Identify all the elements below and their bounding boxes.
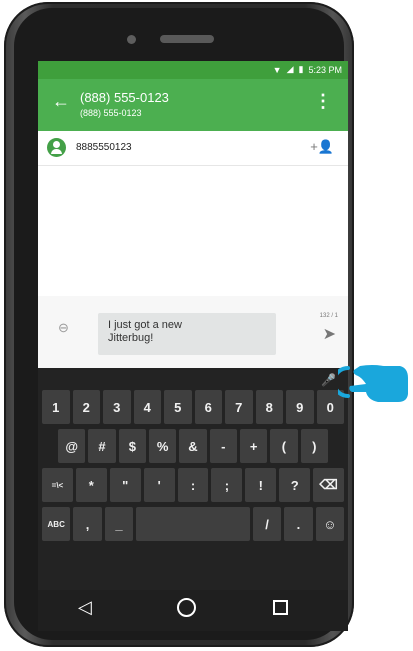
send-icon[interactable]: ➤ bbox=[323, 324, 336, 344]
key-2[interactable]: 2 bbox=[72, 390, 100, 424]
key-,[interactable]: , bbox=[73, 507, 102, 541]
nav-back-icon[interactable]: ◁ bbox=[78, 597, 92, 618]
character-counter: 132 / 1 bbox=[319, 313, 338, 319]
contact-avatar-icon bbox=[47, 138, 66, 157]
key-"[interactable]: " bbox=[109, 468, 141, 502]
key-([interactable]: ( bbox=[270, 429, 298, 463]
keyboard: 🎤 1234567890 @ # $% & - +() =\< * " ':;!? ⌫ ABC, _… bbox=[38, 368, 348, 590]
key-5[interactable]: 5 bbox=[164, 390, 192, 424]
add-person-icon[interactable]: +👤 bbox=[310, 139, 334, 155]
phone-screen: ▼ ◢ ▮ 5:23 PM ← (888) 555-0123 (888) 555… bbox=[38, 61, 348, 631]
key-☺[interactable]: ☺ bbox=[315, 507, 345, 541]
key-ABC[interactable]: ABC bbox=[42, 507, 71, 541]
battery-icon: ▮ bbox=[298, 64, 304, 74]
status-bar: ▼ ◢ ▮ 5:23 PM bbox=[38, 61, 348, 79]
key-space[interactable] bbox=[136, 507, 250, 541]
key-3[interactable]: 3 bbox=[103, 390, 131, 424]
key-![interactable]: ! bbox=[245, 468, 277, 502]
mic-icon[interactable]: 🎤 bbox=[321, 373, 336, 387]
nav-recent-icon[interactable] bbox=[273, 600, 288, 615]
key-_[interactable]: _ bbox=[104, 507, 134, 541]
status-time: 5:23 PM bbox=[308, 64, 342, 75]
signal-icon: ◢ bbox=[286, 64, 294, 74]
key-+[interactable]: + bbox=[239, 429, 268, 463]
overflow-menu-icon[interactable]: ⋮ bbox=[314, 91, 332, 112]
front-camera bbox=[127, 35, 136, 44]
key-/[interactable]: / bbox=[252, 507, 282, 541]
keyboard-row-bottom: ABC, _ /. ☺ bbox=[42, 507, 345, 541]
key-%[interactable]: % bbox=[148, 429, 177, 463]
key-9[interactable]: 9 bbox=[286, 390, 314, 424]
key-&[interactable]: & bbox=[179, 429, 207, 463]
key-:[interactable]: : bbox=[177, 468, 209, 502]
key-.[interactable]: . bbox=[284, 507, 313, 541]
key-'[interactable]: ' bbox=[143, 468, 175, 502]
key-*[interactable]: * bbox=[75, 468, 107, 502]
key-7[interactable]: 7 bbox=[225, 390, 253, 424]
key-$[interactable]: $ bbox=[118, 429, 146, 463]
phone-bezel: ▼ ◢ ▮ 5:23 PM ← (888) 555-0123 (888) 555… bbox=[14, 8, 348, 640]
key-)[interactable]: ) bbox=[300, 429, 328, 463]
attach-icon[interactable]: ⊖ bbox=[58, 320, 69, 336]
keyboard-row-punctuation: =\< * " ':;!? ⌫ bbox=[42, 468, 345, 502]
key-;[interactable]: ; bbox=[211, 468, 243, 502]
key-6[interactable]: 6 bbox=[194, 390, 222, 424]
compose-bar: ⊖ I just got a new Jitterbug! 132 / 1 ➤ bbox=[38, 296, 348, 368]
contact-title: (888) 555-0123 bbox=[80, 90, 169, 105]
recipient-row: 8885550123 +👤 bbox=[38, 131, 348, 166]
key--[interactable]: - bbox=[209, 429, 237, 463]
earpiece-speaker bbox=[160, 35, 214, 43]
keyboard-row-symbols: @ # $% & - +() bbox=[58, 429, 328, 463]
key-@[interactable]: @ bbox=[58, 429, 86, 463]
contact-subtitle: (888) 555-0123 bbox=[80, 108, 142, 118]
key-#[interactable]: # bbox=[88, 429, 116, 463]
conversation-area bbox=[38, 166, 348, 296]
wifi-icon: ▼ bbox=[272, 64, 282, 75]
recipient-number[interactable]: 8885550123 bbox=[76, 142, 132, 153]
key-=\<[interactable]: =\< bbox=[42, 468, 73, 502]
nav-home-icon[interactable] bbox=[177, 598, 196, 617]
key-?[interactable]: ? bbox=[279, 468, 311, 502]
navigation-bar: ◁ bbox=[38, 590, 348, 631]
keyboard-row-numbers: 1234567890 bbox=[42, 390, 344, 424]
back-arrow-icon[interactable]: ← bbox=[52, 91, 70, 112]
phone-body: ▼ ◢ ▮ 5:23 PM ← (888) 555-0123 (888) 555… bbox=[4, 2, 354, 647]
key-4[interactable]: 4 bbox=[133, 390, 161, 424]
message-text: I just got a new Jitterbug! bbox=[108, 319, 182, 344]
key-⌫[interactable]: ⌫ bbox=[313, 468, 345, 502]
message-input[interactable]: I just got a new Jitterbug! bbox=[98, 313, 276, 355]
key-1[interactable]: 1 bbox=[42, 390, 70, 424]
app-bar: ← (888) 555-0123 (888) 555-0123 ⋮ bbox=[38, 79, 348, 131]
pointing-hand-icon bbox=[338, 365, 408, 402]
key-8[interactable]: 8 bbox=[255, 390, 283, 424]
